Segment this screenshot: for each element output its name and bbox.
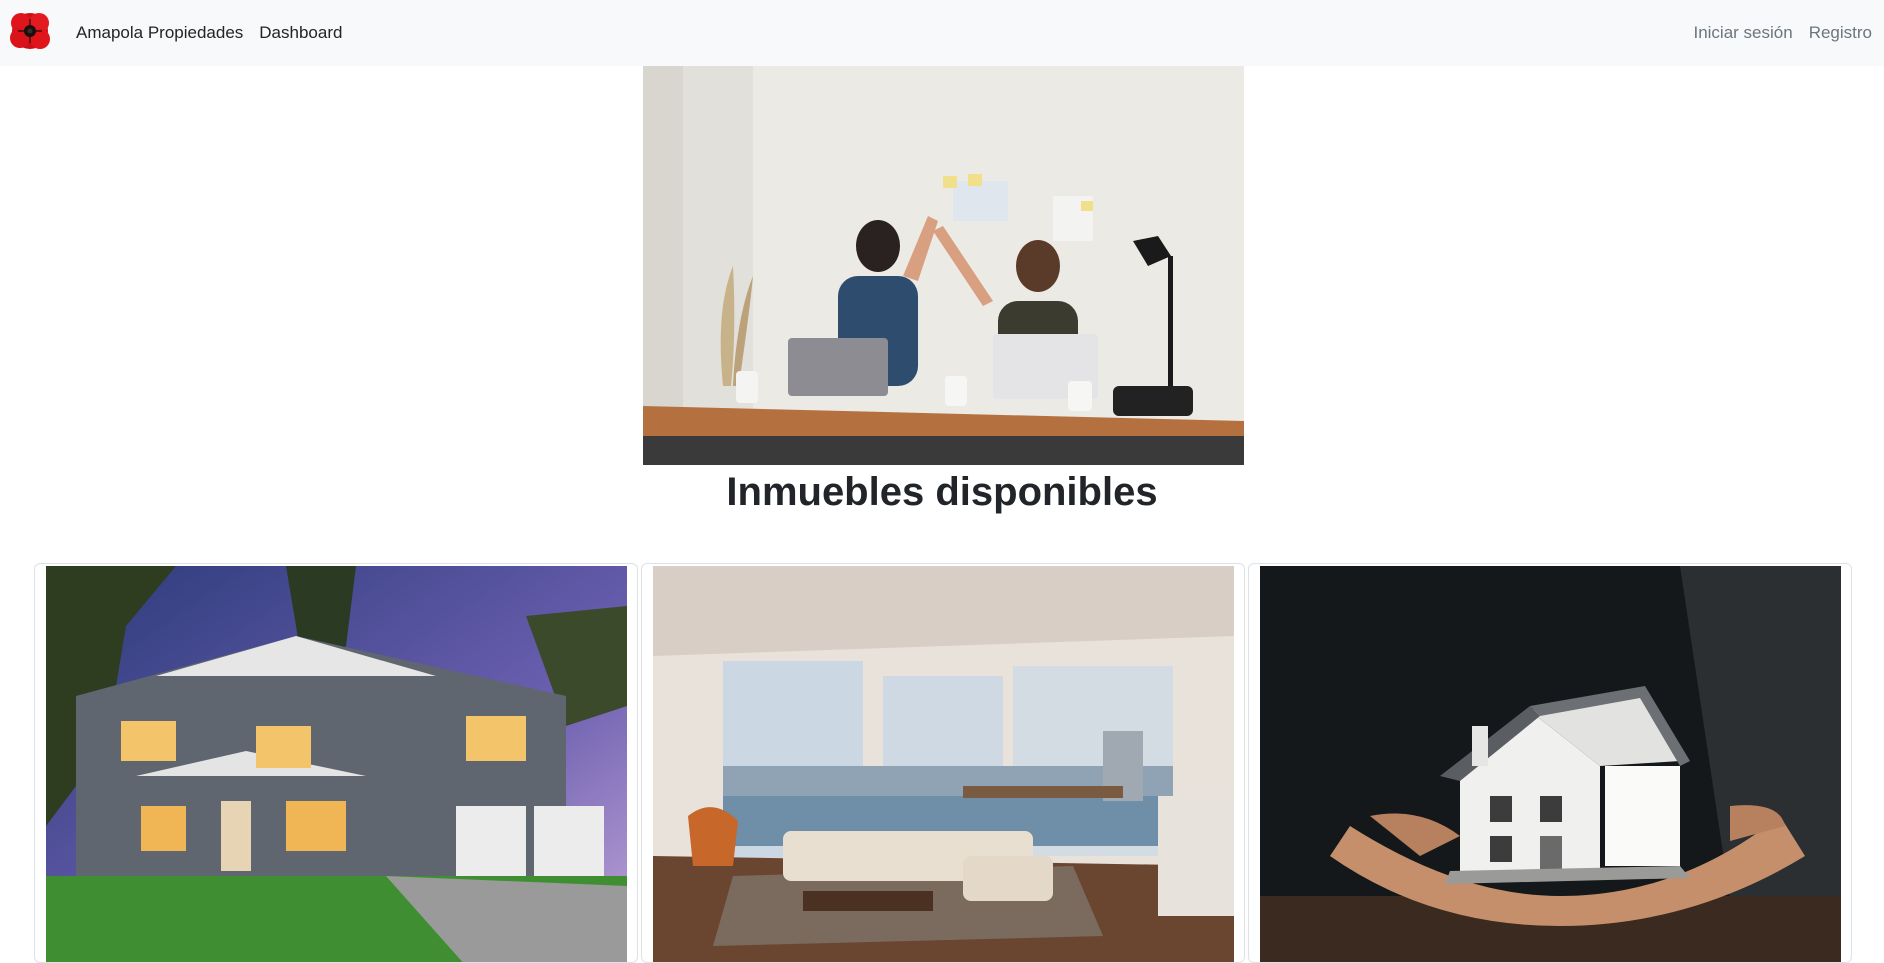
suburban-house-photo-icon <box>46 566 627 962</box>
property-card[interactable] <box>641 563 1245 963</box>
property-card[interactable] <box>1248 563 1852 963</box>
property-card[interactable] <box>34 563 638 963</box>
property-card-image[interactable] <box>46 566 627 962</box>
dashboard-link[interactable]: Dashboard <box>259 23 342 43</box>
hero-image <box>643 66 1244 465</box>
house-model-in-hands-photo-icon <box>1260 566 1841 962</box>
page-title: Inmuebles disponibles <box>726 470 1158 514</box>
navbar: Amapola Propiedades Dashboard Iniciar se… <box>0 0 1884 66</box>
login-link[interactable]: Iniciar sesión <box>1693 23 1792 43</box>
property-card-image[interactable] <box>653 566 1234 962</box>
office-high-five-photo-icon <box>643 66 1244 465</box>
property-card-image[interactable] <box>1260 566 1841 962</box>
living-room-interior-photo-icon <box>653 566 1234 962</box>
property-cards <box>34 563 1854 963</box>
register-link[interactable]: Registro <box>1809 23 1872 43</box>
poppy-flower-icon[interactable] <box>9 9 51 53</box>
brand-link[interactable]: Amapola Propiedades <box>76 23 243 43</box>
